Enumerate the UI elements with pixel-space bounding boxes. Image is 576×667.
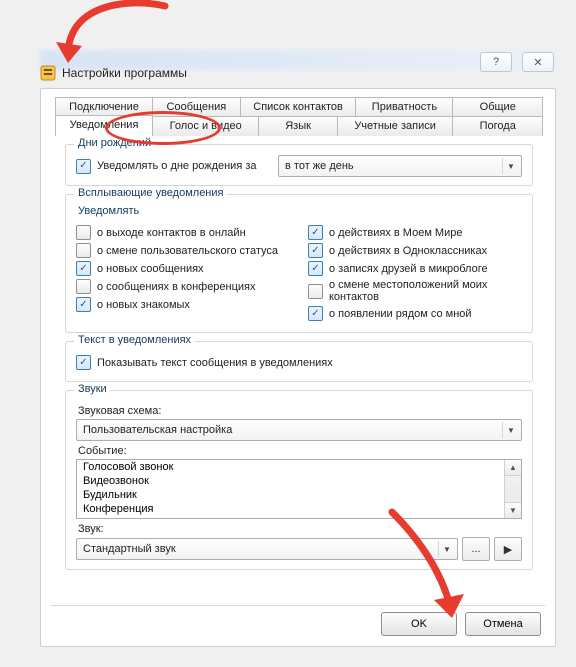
checkbox-popup-right-1[interactable]: о действиях в Одноклассниках [308,243,522,258]
checkbox-label: о выходе контактов в онлайн [97,227,246,239]
label-event: Событие: [78,445,522,457]
checkbox-icon [76,225,91,240]
group-text-in-notifications: Текст в уведомлениях Показывать текст со… [65,341,533,382]
tab-погода[interactable]: Погода [453,116,543,136]
checkbox-label: о новых знакомых [97,299,190,311]
checkbox-popup-left-3[interactable]: о сообщениях в конференциях [76,279,290,294]
group-birthdays: Дни рождений Уведомлять о дне рождения з… [65,144,533,186]
tab-голос-и-видео[interactable]: Голос и видео [153,116,259,136]
ellipsis-icon: ... [471,543,480,555]
settings-icon [40,65,56,81]
checkbox-icon [308,261,323,276]
group-popups: Всплывающие уведомления Уведомлять о вых… [65,194,533,333]
settings-dialog: ПодключениеСообщенияСписок контактовПрив… [40,88,556,647]
dropdown-value: в тот же день [285,160,354,172]
chevron-down-icon: ▼ [438,541,455,557]
tab-приватность[interactable]: Приватность [356,97,453,117]
checkbox-popup-left-4[interactable]: о новых знакомых [76,297,290,312]
dropdown-value: Пользовательская настройка [83,424,232,436]
tab-общие[interactable]: Общие [453,97,543,117]
popups-sub-legend: Уведомлять [78,205,522,217]
scrollbar[interactable]: ▲ ▼ [504,460,521,518]
scroll-up-icon[interactable]: ▲ [505,460,521,476]
checkbox-show-text[interactable]: Показывать текст сообщения в уведомления… [76,355,522,370]
checkbox-icon [76,159,91,174]
checkbox-label: о смене местоположений моих контактов [329,279,522,303]
dropdown-birthday-when[interactable]: в тот же день ▼ [278,155,522,177]
checkbox-icon [308,284,323,299]
checkbox-label: о появлении рядом со мной [329,308,472,320]
button-label: OK [411,618,427,630]
tabs: ПодключениеСообщенияСписок контактовПрив… [55,97,543,580]
chevron-down-icon: ▼ [502,158,519,174]
checkbox-label: о действиях в Одноклассниках [329,245,487,257]
list-item[interactable]: Голосовой звонок [77,460,521,474]
checkbox-icon [308,243,323,258]
tab-язык[interactable]: Язык [259,116,337,136]
checkbox-label: Уведомлять о дне рождения за [97,160,257,172]
checkbox-popup-right-0[interactable]: о действиях в Моем Мире [308,225,522,240]
checkbox-label: о новых сообщениях [97,263,204,275]
group-legend-popups: Всплывающие уведомления [74,187,227,199]
tab-список-контактов[interactable]: Список контактов [241,97,357,117]
tab-сообщения[interactable]: Сообщения [153,97,241,117]
checkbox-popup-right-2[interactable]: о записях друзей в микроблоге [308,261,522,276]
list-item[interactable]: Видеозвонок [77,474,521,488]
tab-учетные-записи[interactable]: Учетные записи [338,116,454,136]
checkbox-icon [76,297,91,312]
separator [51,605,545,606]
listbox-events[interactable]: Голосовой звонокВидеозвонокБудильникКонф… [76,459,522,519]
checkbox-popup-right-4[interactable]: о появлении рядом со мной [308,306,522,321]
label-sound: Звук: [78,523,522,535]
tab-подключение[interactable]: Подключение [55,97,153,117]
list-item[interactable]: Конференция [77,502,521,516]
checkbox-popup-right-3[interactable]: о смене местоположений моих контактов [308,279,522,303]
chevron-down-icon: ▼ [502,422,519,438]
checkbox-icon [76,355,91,370]
checkbox-popup-left-1[interactable]: о смене пользовательского статуса [76,243,290,258]
checkbox-icon [308,306,323,321]
cancel-button[interactable]: Отмена [465,612,541,636]
ok-button[interactable]: OK [381,612,457,636]
play-sound-button[interactable]: ▶ [494,537,522,561]
checkbox-label: о смене пользовательского статуса [97,245,278,257]
tab-уведомления[interactable]: Уведомления [55,115,153,136]
dropdown-sound-file[interactable]: Стандартный звук ▼ [76,538,458,560]
checkbox-label: о записях друзей в микроблоге [329,263,488,275]
list-item[interactable]: Будильник [77,488,521,502]
checkbox-popup-left-2[interactable]: о новых сообщениях [76,261,290,276]
checkbox-label: о сообщениях в конференциях [97,281,256,293]
browse-sound-button[interactable]: ... [462,537,490,561]
checkbox-icon [76,261,91,276]
checkbox-label: Показывать текст сообщения в уведомления… [97,357,333,369]
play-icon: ▶ [504,543,512,556]
window-title: Настройки программы [62,66,187,80]
checkbox-birthday-notify[interactable]: Уведомлять о дне рождения за [76,159,257,174]
group-legend-birthdays: Дни рождений [74,137,155,149]
dropdown-sound-scheme[interactable]: Пользовательская настройка ▼ [76,419,522,441]
tab-content-notifications: Дни рождений Уведомлять о дне рождения з… [55,135,543,580]
scroll-down-icon[interactable]: ▼ [505,502,521,518]
group-legend-text: Текст в уведомлениях [74,334,195,346]
button-label: Отмена [483,618,522,630]
dropdown-value: Стандартный звук [83,543,176,555]
checkbox-label: о действиях в Моем Мире [329,227,462,239]
checkbox-icon [76,243,91,258]
group-legend-sounds: Звуки [74,383,111,395]
label-sound-scheme: Звуковая схема: [78,405,522,417]
checkbox-icon [76,279,91,294]
checkbox-popup-left-0[interactable]: о выходе контактов в онлайн [76,225,290,240]
checkbox-icon [308,225,323,240]
group-sounds: Звуки Звуковая схема: Пользовательская н… [65,390,533,570]
